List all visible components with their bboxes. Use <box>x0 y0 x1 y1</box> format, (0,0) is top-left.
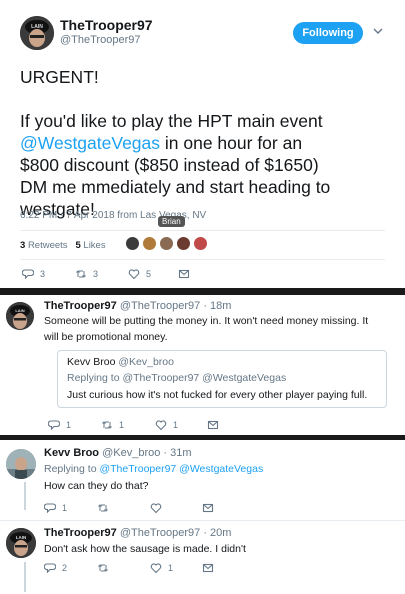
author-avatar[interactable]: LAIN <box>6 528 36 558</box>
like-action[interactable]: 1 <box>155 419 178 431</box>
reply-text: Don't ask how the sausage is made. I did… <box>44 543 246 555</box>
avatar[interactable] <box>176 236 191 251</box>
tweet-line-3: $800 discount ($850 instead of $1650) <box>20 155 319 175</box>
dm-icon <box>202 562 214 574</box>
likes-count[interactable]: 5 <box>75 240 80 251</box>
like-count: 1 <box>168 563 174 573</box>
divider <box>20 230 385 231</box>
reply-author-handle[interactable]: @TheTrooper97 · 20m <box>120 527 232 539</box>
avatar[interactable] <box>125 236 140 251</box>
tweet-line-4: DM me mmediately and start heading to <box>20 177 331 197</box>
reply-author-handle[interactable]: @TheTrooper97 · 18m <box>120 300 232 312</box>
like-icon <box>150 502 162 514</box>
author-avatar[interactable]: LAIN <box>20 16 54 50</box>
retweet-count: 1 <box>119 420 125 430</box>
retweet-icon <box>75 268 87 280</box>
main-tweet: LAIN TheTrooper97 @TheTrooper97 Followin… <box>0 0 405 288</box>
divider <box>20 259 385 260</box>
liker-tooltip: Brian <box>158 216 185 227</box>
replying-to: Replying to @TheTrooper97 @WestgateVegas <box>44 463 264 475</box>
tweet-urgent: URGENT! <box>20 67 99 87</box>
dm-action[interactable] <box>207 419 225 431</box>
screenshot-separator <box>0 288 405 295</box>
reply-text-line-2: will be promotional money. <box>44 331 168 343</box>
dm-icon <box>207 419 219 431</box>
reply-count: 3 <box>40 269 46 279</box>
reply-icon <box>48 419 60 431</box>
mention-link[interactable]: @TheTrooper97 @WestgateVegas <box>122 372 286 384</box>
svg-text:LAIN: LAIN <box>16 535 27 540</box>
like-icon <box>128 268 140 280</box>
following-button[interactable]: Following <box>293 22 363 44</box>
reply-count: 1 <box>62 503 68 513</box>
thread: Kevv Broo @Kev_broo · 31m Replying to @T… <box>0 440 405 594</box>
reply-author-handle[interactable]: @Kev_broo · 31m <box>102 447 191 459</box>
like-action[interactable] <box>150 502 168 514</box>
retweet-icon <box>97 502 109 514</box>
reply-icon <box>44 502 56 514</box>
retweet-action[interactable] <box>97 502 115 514</box>
mention-link[interactable]: @WestgateVegas <box>20 133 160 153</box>
quoted-text: Just curious how it's not fucked for eve… <box>67 389 368 401</box>
like-icon <box>155 419 167 431</box>
tweet-line-2: in one hour for an <box>160 133 303 153</box>
tweet-line-1: If you'd like to play the HPT main event <box>20 111 323 131</box>
retweet-count: 3 <box>93 269 99 279</box>
like-action[interactable]: 1 <box>150 562 173 574</box>
reply-action[interactable]: 1 <box>48 419 71 431</box>
quoted-tweet[interactable]: Kevv Broo @Kev_broo Replying to @TheTroo… <box>57 350 387 408</box>
retweet-action[interactable]: 1 <box>101 419 124 431</box>
like-action[interactable]: 5 <box>128 268 151 280</box>
chevron-down-icon[interactable] <box>373 26 383 39</box>
retweets-count[interactable]: 3 <box>20 240 25 251</box>
engagement-stats: 3 Retweets 5 Likes <box>20 240 106 251</box>
reply-text-line-1: Someone will be putting the money in. It… <box>44 315 369 327</box>
thread-line <box>24 482 26 510</box>
like-count: 1 <box>173 420 179 430</box>
dm-action[interactable] <box>202 502 220 514</box>
reply-author-name[interactable]: TheTrooper97 <box>44 300 117 312</box>
reply-action[interactable]: 1 <box>44 502 67 514</box>
avatar[interactable] <box>193 236 208 251</box>
like-icon <box>150 562 162 574</box>
retweets-label[interactable]: Retweets <box>28 240 68 251</box>
reply-text: How can they do that? <box>44 480 149 492</box>
likes-label[interactable]: Likes <box>83 240 105 251</box>
quoted-replying-to: Replying to @TheTrooper97 @WestgateVegas <box>67 372 287 384</box>
reply-icon <box>22 268 34 280</box>
dm-action[interactable] <box>178 268 196 280</box>
svg-text:LAIN: LAIN <box>15 308 24 313</box>
mention-link[interactable]: @TheTrooper97 @WestgateVegas <box>99 463 263 475</box>
tweet-text: URGENT! If you'd like to play the HPT ma… <box>20 66 400 220</box>
quoted-author-handle: @Kev_broo <box>118 356 174 368</box>
reply-author-name[interactable]: TheTrooper97 <box>44 527 117 539</box>
thread-line <box>24 562 26 592</box>
quoted-author-name: Kevv Broo <box>67 356 116 368</box>
reply-action[interactable]: 3 <box>22 268 45 280</box>
retweet-action[interactable]: 3 <box>75 268 98 280</box>
retweet-icon <box>97 562 109 574</box>
reply-author-name[interactable]: Kevv Broo <box>44 447 99 459</box>
avatar[interactable] <box>159 236 174 251</box>
author-handle[interactable]: @TheTrooper97 <box>60 34 140 46</box>
divider <box>0 520 405 521</box>
author-avatar[interactable]: LAIN <box>6 302 34 330</box>
avatar[interactable] <box>142 236 157 251</box>
dm-action[interactable] <box>202 562 220 574</box>
reply-action[interactable]: 2 <box>44 562 67 574</box>
author-avatar[interactable] <box>6 449 36 479</box>
dm-icon <box>202 502 214 514</box>
author-name[interactable]: TheTrooper97 <box>60 17 153 33</box>
likers-avatars <box>125 236 210 251</box>
reply-icon <box>44 562 56 574</box>
like-count: 5 <box>146 269 152 279</box>
retweet-icon <box>101 419 113 431</box>
reply-count: 2 <box>62 563 68 573</box>
reply-count: 1 <box>66 420 72 430</box>
dm-icon <box>178 268 190 280</box>
retweet-action[interactable] <box>97 562 115 574</box>
